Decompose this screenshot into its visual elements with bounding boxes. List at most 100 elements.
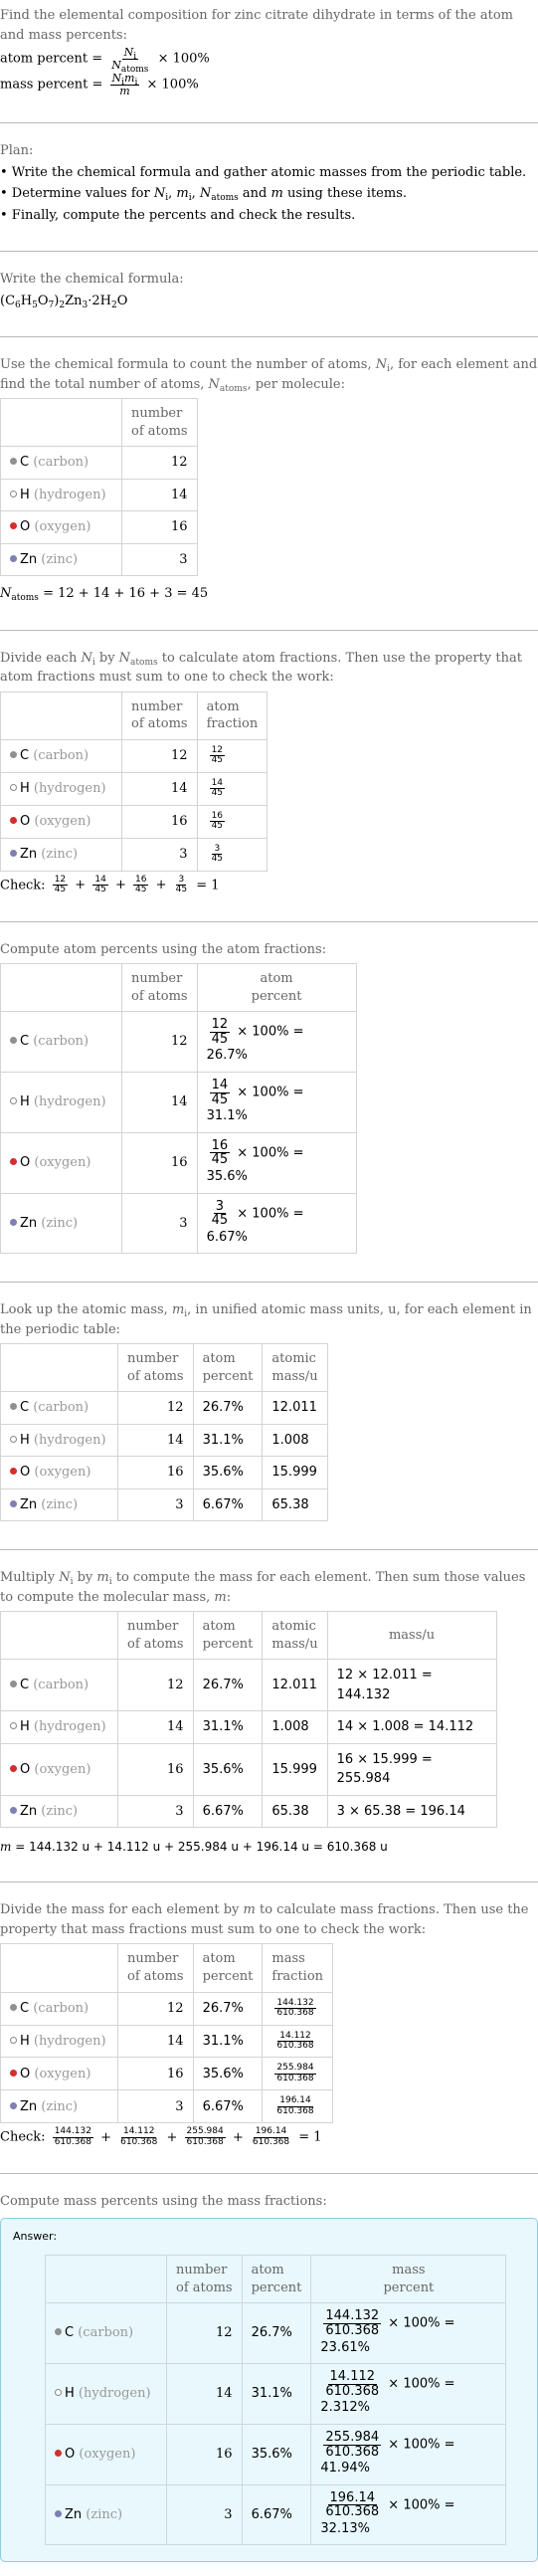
atomic-mass-table: number of atoms atom percent atomic mass/u … bbox=[0, 1343, 328, 1522]
count-atoms-table: number of atoms C (carbon) 12 H (hydrogen) 1… bbox=[0, 398, 198, 577]
plan-item: • Determine values for Ni, mi, Natoms an… bbox=[0, 186, 407, 204]
fraction: 196.14 610.368 bbox=[252, 2126, 290, 2147]
chemical-formula: (C6H5O7)2Zn3·2H2O bbox=[0, 293, 128, 310]
mass-fraction-section: Divide the mass for each element by m to… bbox=[0, 1894, 538, 2163]
atom-percent-cell: 31.1% bbox=[192, 1423, 264, 1458]
element-symbol: O bbox=[65, 2447, 76, 2463]
plan-item: • Write the chemical formula and gather … bbox=[0, 164, 527, 180]
element-symbol: C bbox=[20, 1400, 30, 1416]
atomic-mass-cell: 1.008 bbox=[262, 1423, 328, 1458]
count-atoms-intro: Use the chemical formula to count the nu… bbox=[0, 357, 538, 394]
element-cell: C (carbon) bbox=[0, 1659, 118, 1712]
table-row: H (hydrogen) 14 bbox=[0, 478, 198, 512]
element-color-dot-icon bbox=[55, 2328, 62, 2336]
element-name: (oxygen) bbox=[79, 2447, 136, 2463]
element-symbol: Zn bbox=[20, 1215, 38, 1231]
plan-title: Plan: bbox=[0, 143, 34, 159]
total-atoms-equation: Natoms = 12 + 14 + 16 + 3 = 45 bbox=[0, 586, 209, 604]
number-of-atoms-cell: 3 bbox=[117, 1794, 194, 1829]
atom-percent-expression-cell: 3 45 × 100% = 6.67% bbox=[196, 1192, 357, 1255]
element-name: (carbon) bbox=[33, 1678, 90, 1693]
number-of-atoms-cell: 3 bbox=[121, 1192, 198, 1255]
element-color-dot-icon bbox=[10, 1681, 17, 1688]
table-row: C (carbon) 12 26.7% 12.011 12 × 12.011 = 144… bbox=[0, 1659, 497, 1712]
table-row: Zn (zinc) 3 6.67% 65.38 3 × 65.38 = 196.14 bbox=[0, 1794, 497, 1829]
table-row: C (carbon) 12 26.7% 12.011 bbox=[0, 1391, 328, 1425]
plan-section: Plan: • Write the chemical formula and g… bbox=[0, 135, 538, 241]
number-of-atoms-cell: 16 bbox=[121, 510, 198, 544]
atom-percent-label: atom percent = bbox=[0, 51, 103, 67]
mass-intro: Multiply Ni by mi to compute the mass fo… bbox=[0, 1570, 526, 1605]
element-name: (zinc) bbox=[86, 2506, 123, 2522]
atomic-mass-cell: 15.999 bbox=[262, 1456, 328, 1489]
element-name: (hydrogen) bbox=[33, 487, 106, 502]
fraction: 255.984 610.368 bbox=[323, 2429, 382, 2460]
mass-percent-label: mass percent = bbox=[0, 77, 103, 93]
count-atoms-section: Use the chemical formula to count the nu… bbox=[0, 349, 538, 620]
table-header-row: number of atoms atom percent atomic mass/u bbox=[0, 1343, 328, 1393]
divider bbox=[0, 251, 538, 253]
fraction: 255.984 610.368 bbox=[274, 2063, 316, 2083]
fraction: 16 45 bbox=[209, 1137, 231, 1168]
atom-percent-cell: 26.7% bbox=[192, 1659, 264, 1712]
fraction: 12 45 bbox=[209, 744, 226, 766]
number-of-atoms-cell: 14 bbox=[121, 1071, 198, 1133]
atom-fraction-table: number of atoms atom fraction C (carbon) 12… bbox=[0, 691, 269, 872]
element-cell: C (carbon) bbox=[0, 738, 122, 773]
element-color-dot-icon bbox=[10, 784, 17, 792]
table-row: H (hydrogen) 14 14 45 × 100% = 31.1% bbox=[0, 1071, 357, 1133]
element-name: (hydrogen) bbox=[33, 2033, 106, 2049]
table-row: Zn (zinc) 3 6.67% 196.14 610.368 × 100% = 32… bbox=[45, 2483, 507, 2546]
element-color-dot-icon bbox=[10, 2101, 17, 2109]
number-of-atoms-cell: 3 bbox=[121, 837, 198, 872]
atom-percent-section: Compute atom percents using the atom fra… bbox=[0, 934, 538, 1273]
element-color-dot-icon bbox=[10, 1157, 17, 1165]
number-of-atoms-cell: 12 bbox=[117, 1991, 194, 2026]
element-cell: H (hydrogen) bbox=[0, 2024, 118, 2059]
header-atomic-mass: atomic mass/u bbox=[262, 1343, 328, 1393]
header-mass-percent: mass percent bbox=[310, 2255, 507, 2304]
atom-percent-cell: 35.6% bbox=[192, 1456, 264, 1489]
element-cell: C (carbon) bbox=[45, 2302, 167, 2365]
header-number-of-atoms: number of atoms bbox=[121, 963, 198, 1013]
table-row: O (oxygen) 16 35.6% 255.984 610.368 × 100% =… bbox=[45, 2423, 507, 2485]
atom-percent-cell: 26.7% bbox=[192, 1991, 264, 2026]
number-of-atoms-cell: 12 bbox=[121, 446, 198, 480]
fraction: 3 45 bbox=[175, 874, 188, 895]
header-number-of-atoms: number of atoms bbox=[117, 1611, 194, 1661]
atom-fraction-cell: 3 45 bbox=[196, 837, 269, 872]
divider bbox=[0, 1549, 538, 1551]
element-name: (carbon) bbox=[78, 2325, 134, 2341]
table-row: C (carbon) 12 26.7% 144.132 610.368 × 100% =… bbox=[45, 2302, 507, 2365]
header-mass: mass/u bbox=[326, 1611, 497, 1661]
element-symbol: Zn bbox=[20, 1496, 38, 1512]
element-cell: C (carbon) bbox=[0, 1991, 118, 2026]
atom-percent-cell: 26.7% bbox=[192, 1391, 264, 1425]
mass-percent-section: Compute mass percents using the mass fra… bbox=[0, 2186, 538, 2576]
element-color-dot-icon bbox=[10, 2036, 17, 2044]
number-of-atoms-cell: 16 bbox=[117, 1456, 194, 1489]
header-atom-percent: atom percent bbox=[241, 2255, 312, 2304]
fraction: 144.132 610.368 bbox=[52, 2126, 93, 2147]
mass-fraction-cell: 144.132 610.368 bbox=[262, 1991, 334, 2026]
atom-percent-cell: 31.1% bbox=[192, 2024, 264, 2059]
table-row: O (oxygen) 16 35.6% 255.984 610.368 bbox=[0, 2057, 334, 2091]
mass-fraction-check: Check: 144.132 610.368 + 14.112 610.368 + … bbox=[0, 2126, 322, 2147]
fraction: 144.132 610.368 bbox=[274, 1997, 316, 2018]
table-row: Zn (zinc) 3 6.67% 196.14 610.368 bbox=[0, 2089, 334, 2124]
answer-box: Answer: number of atoms atom percent mass p… bbox=[0, 2217, 538, 2563]
header-atom-percent: atom percent bbox=[196, 963, 357, 1013]
header-number-of-atoms: number of atoms bbox=[166, 2255, 243, 2304]
element-symbol: Zn bbox=[20, 551, 38, 567]
element-cell: O (oxygen) bbox=[0, 1456, 118, 1489]
mass-expression-cell: 12 × 12.011 = 144.132 bbox=[326, 1659, 497, 1712]
element-name: (hydrogen) bbox=[78, 2386, 151, 2402]
mass-percent-expression-cell: 196.14 610.368 × 100% = 32.13% bbox=[310, 2483, 507, 2546]
fraction: 3 45 bbox=[211, 843, 224, 865]
element-color-dot-icon bbox=[10, 1806, 17, 1814]
fraction: 196.14 610.368 bbox=[276, 2095, 314, 2116]
atom-percent-cell: 31.1% bbox=[241, 2363, 312, 2425]
table-row: O (oxygen) 16 35.6% 15.999 16 × 15.999 = 255… bbox=[0, 1742, 497, 1796]
element-symbol: O bbox=[20, 1154, 31, 1170]
atom-percent-cell: 6.67% bbox=[241, 2483, 312, 2546]
